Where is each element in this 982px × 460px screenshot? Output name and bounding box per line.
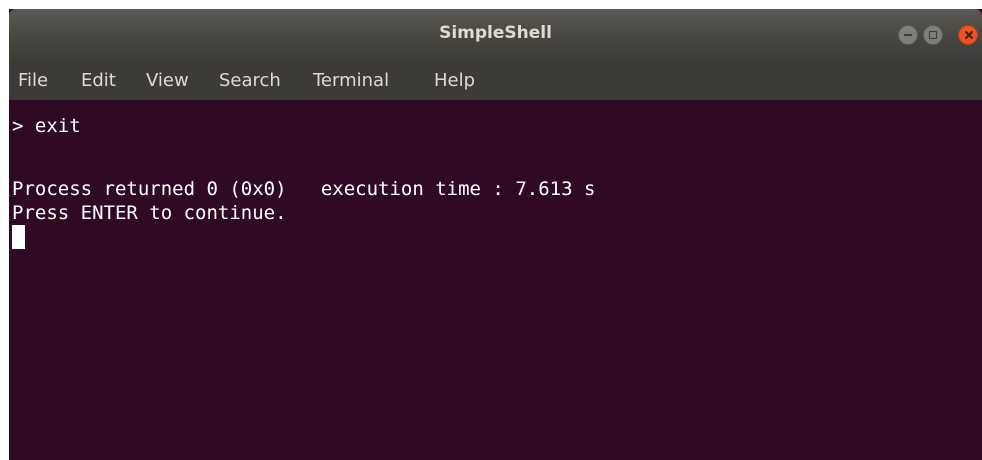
terminal-line: > exit [12, 115, 81, 137]
minimize-icon[interactable] [898, 25, 918, 45]
menu-file[interactable]: File [18, 70, 48, 91]
terminal-line: Press ENTER to continue. [12, 202, 287, 224]
menu-terminal[interactable]: Terminal [313, 70, 389, 91]
maximize-icon[interactable] [923, 25, 943, 45]
close-icon[interactable] [958, 25, 978, 45]
menu-search[interactable]: Search [219, 70, 281, 91]
terminal-output[interactable]: > exit Process returned 0 (0x0) executio… [9, 100, 982, 460]
block-cursor [12, 225, 25, 249]
menu-bar: File Edit View Search Terminal Help [9, 62, 982, 100]
menu-help[interactable]: Help [434, 70, 475, 91]
window-title: SimpleShell [439, 23, 552, 43]
menu-edit[interactable]: Edit [81, 70, 116, 91]
terminal-window: SimpleShell File Edit View Search Termin… [9, 9, 982, 460]
terminal-line: Process returned 0 (0x0) execution time … [12, 178, 596, 200]
title-bar[interactable]: SimpleShell [9, 9, 982, 62]
menu-view[interactable]: View [146, 70, 189, 91]
